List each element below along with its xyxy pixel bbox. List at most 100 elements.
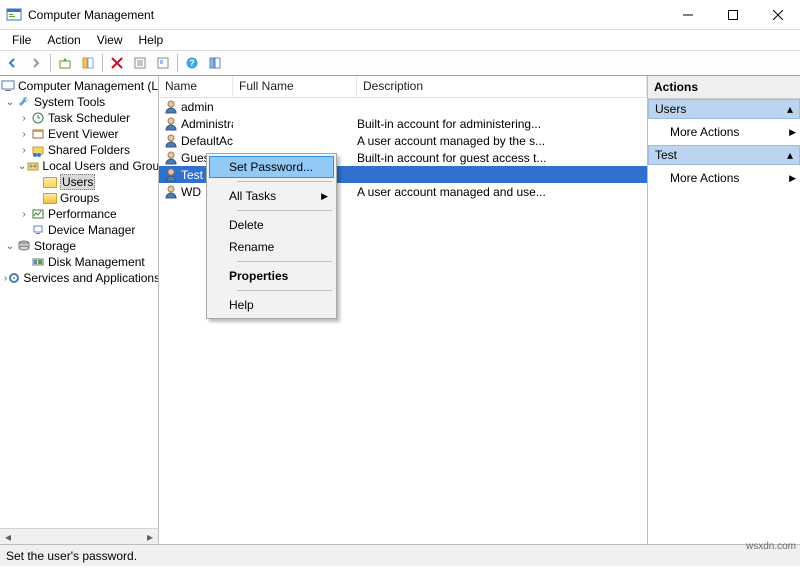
ctx-all-tasks[interactable]: All Tasks▶ — [209, 185, 334, 207]
tree-disk-management[interactable]: Disk Management — [48, 255, 145, 269]
ctx-separator — [237, 261, 332, 262]
toolbar-separator — [102, 54, 103, 72]
back-button[interactable] — [2, 52, 24, 74]
event-icon — [30, 126, 46, 142]
collapse-icon: ▴ — [787, 148, 793, 162]
row-description: A user account managed by the s... — [357, 134, 647, 148]
expand-icon[interactable]: ⌄ — [18, 161, 26, 172]
tree-device-manager[interactable]: Device Manager — [48, 223, 135, 237]
expand-icon[interactable]: ⌄ — [4, 97, 16, 108]
tree-groups[interactable]: Groups — [60, 191, 99, 205]
toolbar-separator — [50, 54, 51, 72]
menu-action[interactable]: Action — [39, 31, 88, 49]
ctx-properties[interactable]: Properties — [209, 265, 334, 287]
close-button[interactable] — [755, 0, 800, 29]
user-icon — [163, 150, 179, 166]
actions-group-users[interactable]: Users▴ — [648, 99, 800, 119]
tree-task-scheduler[interactable]: Task Scheduler — [48, 111, 130, 125]
properties-button[interactable] — [129, 52, 151, 74]
services-icon — [7, 270, 21, 286]
ctx-rename[interactable]: Rename — [209, 236, 334, 258]
app-icon — [6, 7, 22, 23]
scroll-track[interactable] — [16, 529, 142, 544]
ctx-help[interactable]: Help — [209, 294, 334, 316]
maximize-button[interactable] — [710, 0, 755, 29]
user-icon — [163, 167, 179, 183]
context-menu: Set Password... All Tasks▶ Delete Rename… — [206, 153, 337, 319]
tree-pane: Computer Management (Local ⌄ System Tools… — [0, 76, 159, 544]
device-icon — [30, 222, 46, 238]
forward-button[interactable] — [25, 52, 47, 74]
menu-bar: File Action View Help — [0, 30, 800, 50]
wrench-icon — [16, 94, 32, 110]
users-group-icon — [26, 158, 40, 174]
row-name: DefaultAcco — [181, 134, 233, 148]
row-name: Administrator — [181, 117, 233, 131]
menu-view[interactable]: View — [89, 31, 131, 49]
svg-text:?: ? — [189, 58, 195, 68]
title-bar: Computer Management — [0, 0, 800, 30]
list-header: Name Full Name Description — [159, 76, 647, 98]
tree-storage[interactable]: Storage — [34, 239, 76, 253]
actions-pane: Actions Users▴ More Actions▶ Test▴ More … — [648, 76, 800, 544]
ctx-delete[interactable]: Delete — [209, 214, 334, 236]
disk-icon — [30, 254, 46, 270]
actions-group-test[interactable]: Test▴ — [648, 145, 800, 165]
delete-button[interactable] — [106, 52, 128, 74]
ctx-separator — [237, 181, 332, 182]
clock-icon — [30, 110, 46, 126]
tree-users[interactable]: Users — [60, 174, 95, 190]
refresh-button[interactable] — [152, 52, 174, 74]
folder-icon — [42, 174, 58, 190]
expand-icon[interactable]: › — [18, 145, 30, 156]
list-row[interactable]: Administrator Built-in account for admini… — [159, 115, 647, 132]
tree-event-viewer[interactable]: Event Viewer — [48, 127, 118, 141]
tree-local-users-groups[interactable]: Local Users and Groups — [42, 159, 159, 173]
up-button[interactable] — [54, 52, 76, 74]
user-icon — [163, 99, 179, 115]
row-name: WD — [181, 185, 201, 199]
list-row[interactable]: admin — [159, 98, 647, 115]
status-bar: Set the user's password. — [0, 544, 800, 566]
computer-icon — [0, 78, 16, 94]
watermark: wsxdn.com — [746, 541, 796, 552]
tree-shared-folders[interactable]: Shared Folders — [48, 143, 130, 157]
ctx-separator — [237, 210, 332, 211]
tree-root[interactable]: Computer Management (Local — [18, 79, 159, 93]
ctx-separator — [237, 290, 332, 291]
column-description[interactable]: Description — [357, 76, 647, 97]
menu-help[interactable]: Help — [131, 31, 172, 49]
minimize-button[interactable] — [665, 0, 710, 29]
storage-icon — [16, 238, 32, 254]
tree-performance[interactable]: Performance — [48, 207, 117, 221]
show-hide-button[interactable] — [77, 52, 99, 74]
row-description: Built-in account for administering... — [357, 117, 647, 131]
tree-system-tools[interactable]: System Tools — [34, 95, 105, 109]
menu-file[interactable]: File — [4, 31, 39, 49]
scroll-left-icon[interactable]: ◂ — [0, 529, 16, 544]
export-button[interactable] — [204, 52, 226, 74]
expand-icon[interactable]: › — [18, 113, 30, 124]
scroll-right-icon[interactable]: ▸ — [142, 529, 158, 544]
actions-header: Actions — [648, 76, 800, 99]
help-button[interactable]: ? — [181, 52, 203, 74]
chevron-right-icon: ▶ — [789, 127, 796, 138]
column-fullname[interactable]: Full Name — [233, 76, 357, 97]
actions-more-users[interactable]: More Actions▶ — [648, 119, 800, 145]
user-icon — [163, 116, 179, 132]
tree-services-applications[interactable]: Services and Applications — [23, 271, 159, 285]
list-row[interactable]: DefaultAcco A user account managed by the… — [159, 132, 647, 149]
expand-icon[interactable]: › — [18, 209, 30, 220]
chevron-right-icon: ▶ — [789, 173, 796, 184]
user-icon — [163, 184, 179, 200]
status-text: Set the user's password. — [6, 549, 137, 563]
user-icon — [163, 133, 179, 149]
actions-more-test[interactable]: More Actions▶ — [648, 165, 800, 191]
expand-icon[interactable]: › — [18, 129, 30, 140]
tree-scrollbar[interactable]: ◂ ▸ — [0, 528, 158, 544]
column-name[interactable]: Name — [159, 76, 233, 97]
expand-icon[interactable]: ⌄ — [4, 241, 16, 252]
ctx-set-password[interactable]: Set Password... — [209, 156, 334, 178]
row-description: Built-in account for guest access t... — [357, 151, 647, 165]
toolbar-separator — [177, 54, 178, 72]
